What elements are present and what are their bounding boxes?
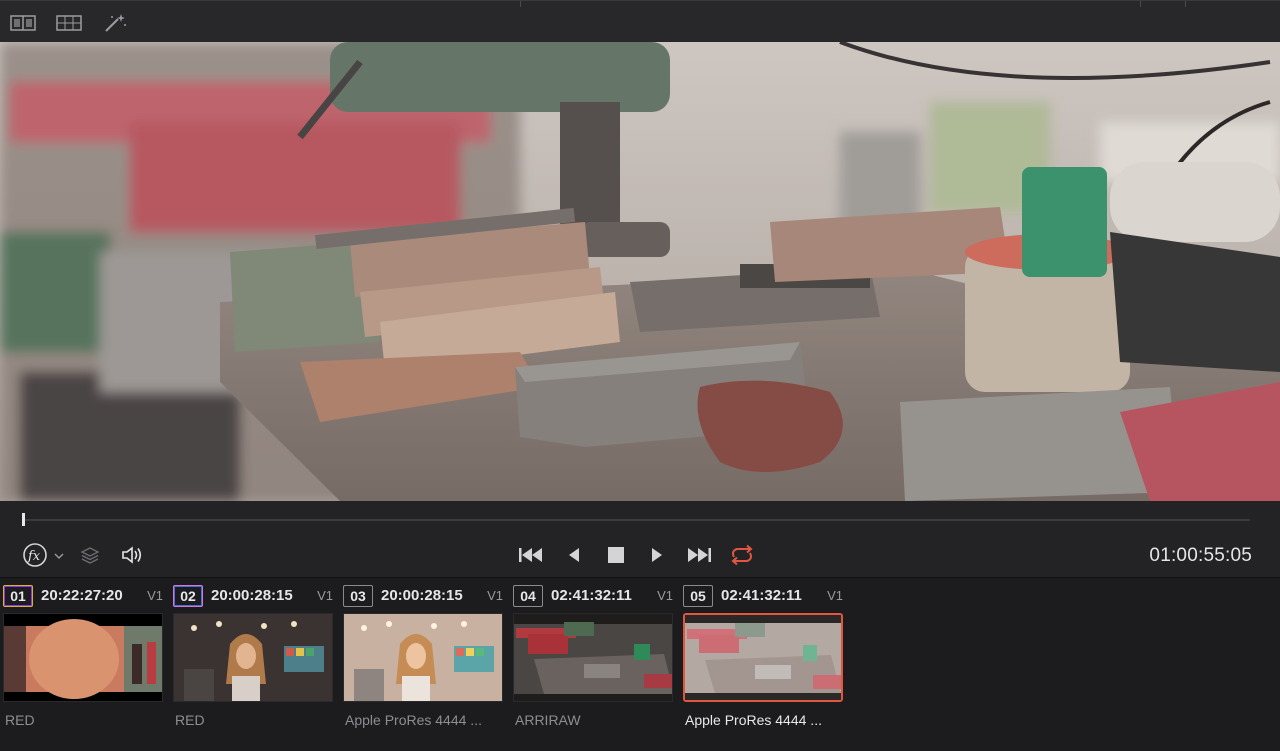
clip-number: 03 xyxy=(343,585,373,607)
clip-header: 04 02:41:32:11 V1 xyxy=(513,585,673,607)
clip-thumbnail-selected[interactable] xyxy=(683,613,843,702)
toolbar-divider xyxy=(1140,1,1141,7)
jump-to-end-icon[interactable] xyxy=(684,542,714,568)
layers-icon[interactable] xyxy=(78,543,102,567)
step-back-icon[interactable] xyxy=(562,542,586,568)
clip-timecode: 20:22:27:20 xyxy=(41,587,123,604)
toolbar-divider xyxy=(520,1,521,7)
clip-timecode: 02:41:32:11 xyxy=(551,587,632,604)
playhead[interactable] xyxy=(22,513,25,526)
volume-icon[interactable] xyxy=(118,543,146,567)
clip-codec: RED xyxy=(5,712,35,728)
transport-panel: fx 01:00:55:05 xyxy=(0,501,1280,577)
magic-wand-icon[interactable] xyxy=(102,13,128,33)
toolbar-divider xyxy=(1185,1,1186,7)
video-viewer[interactable] xyxy=(0,42,1280,501)
clip-track: V1 xyxy=(657,588,673,603)
clip-timecode: 02:41:32:11 xyxy=(721,587,802,604)
clip-thumbnail[interactable] xyxy=(513,613,673,702)
clip-timecode: 20:00:28:15 xyxy=(381,587,463,604)
grid-view-icon[interactable] xyxy=(56,13,82,33)
fx-icon[interactable]: fx xyxy=(20,541,52,569)
clip-codec: Apple ProRes 4444 ... xyxy=(345,712,482,728)
clip-codec: ARRIRAW xyxy=(515,712,581,728)
play-icon[interactable] xyxy=(645,542,669,568)
clip-thumbnail[interactable] xyxy=(3,613,163,702)
clip-02[interactable]: 02 20:00:28:15 V1 RED xyxy=(170,578,333,748)
clip-04[interactable]: 04 02:41:32:11 V1 ARRIRAW xyxy=(510,578,673,748)
clip-header: 03 20:00:28:15 V1 xyxy=(343,585,503,607)
clip-number: 04 xyxy=(513,585,543,607)
clip-header: 01 20:22:27:20 V1 xyxy=(3,585,163,607)
compare-view-icon[interactable] xyxy=(10,13,36,33)
clip-thumbnail[interactable] xyxy=(173,613,333,702)
jump-to-start-icon[interactable] xyxy=(516,542,546,568)
clip-codec: RED xyxy=(175,712,205,728)
timeline-scrubber[interactable] xyxy=(22,519,1250,521)
clip-timecode: 20:00:28:15 xyxy=(211,587,293,604)
clip-header: 02 20:00:28:15 V1 xyxy=(173,585,333,607)
clip-header: 05 02:41:32:11 V1 xyxy=(683,585,843,607)
svg-text:fx: fx xyxy=(27,549,41,564)
viewer-toolbar xyxy=(0,0,1280,42)
clip-number: 01 xyxy=(3,585,33,607)
clip-track: V1 xyxy=(827,588,843,603)
clip-track: V1 xyxy=(317,588,333,603)
loop-icon[interactable] xyxy=(726,541,758,569)
clip-01[interactable]: 01 20:22:27:20 V1 RED xyxy=(0,578,163,748)
clip-number: 05 xyxy=(683,585,713,607)
clip-number: 02 xyxy=(173,585,203,607)
clip-strip: 01 20:22:27:20 V1 RED 02 20:00:28:15 V1 xyxy=(0,577,1280,751)
clip-codec: Apple ProRes 4444 ... xyxy=(685,712,822,728)
clip-03[interactable]: 03 20:00:28:15 V1 Apple ProRes 4444 ... xyxy=(340,578,503,748)
clip-thumbnail[interactable] xyxy=(343,613,503,702)
clip-track: V1 xyxy=(147,588,163,603)
stop-icon[interactable] xyxy=(603,542,629,568)
timecode-display: 01:00:55:05 xyxy=(1149,545,1252,566)
chevron-down-icon[interactable] xyxy=(52,549,66,563)
clip-05[interactable]: 05 02:41:32:11 V1 Apple ProRes 4444 ... xyxy=(680,578,843,748)
clip-track: V1 xyxy=(487,588,503,603)
